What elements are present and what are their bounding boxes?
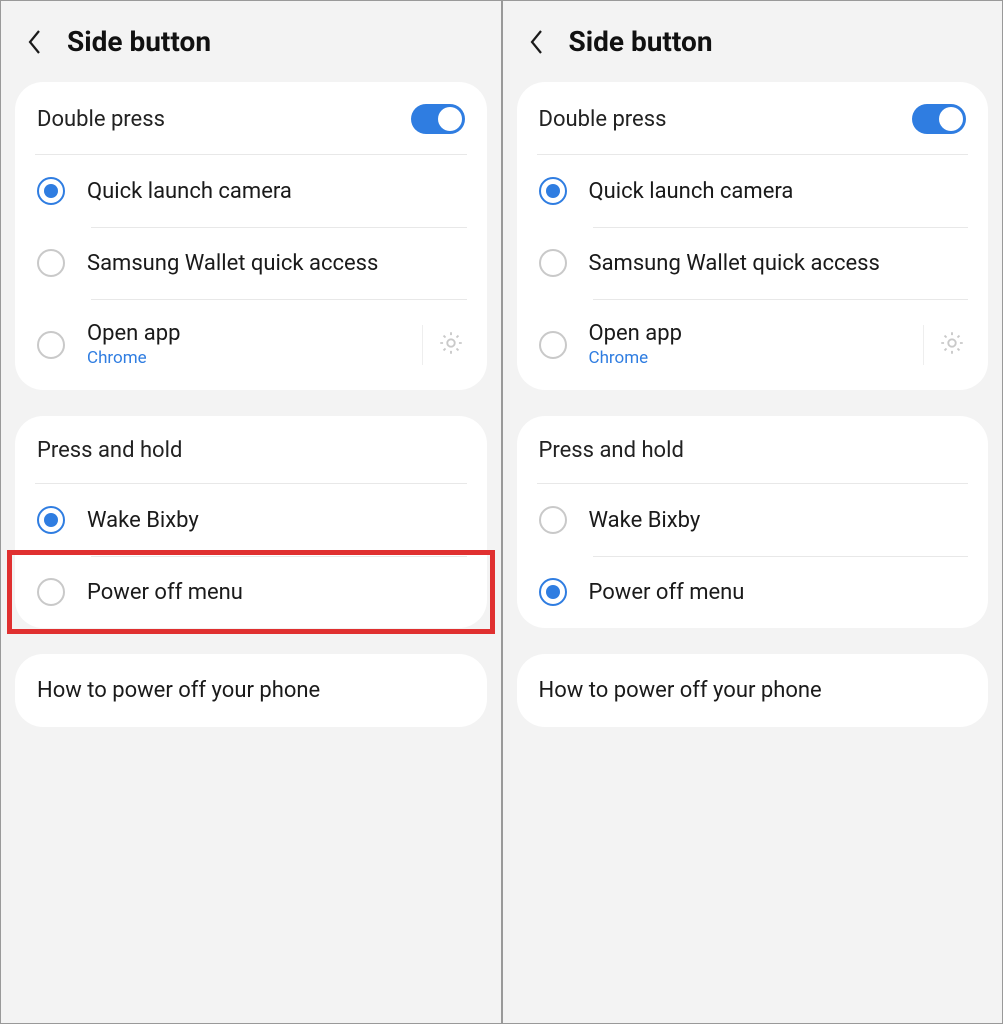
pane-right: Side button Double press Quick launch ca… xyxy=(501,1,1003,1023)
option-power-off-menu[interactable]: Power off menu xyxy=(35,556,467,628)
option-label: Power off menu xyxy=(589,580,967,605)
press-hold-label: Press and hold xyxy=(37,438,182,463)
option-label: Wake Bixby xyxy=(87,508,465,533)
option-quick-launch-camera[interactable]: Quick launch camera xyxy=(35,155,467,227)
open-app-settings[interactable] xyxy=(923,325,966,365)
gear-icon xyxy=(938,329,966,361)
press-hold-card: Press and hold Wake Bixby Power off menu xyxy=(517,416,989,628)
radio-icon xyxy=(37,331,65,359)
option-power-off-menu[interactable]: Power off menu xyxy=(537,556,969,628)
option-label: Quick launch camera xyxy=(589,179,967,204)
radio-icon xyxy=(539,506,567,534)
back-icon[interactable] xyxy=(523,28,551,56)
option-label: Open app xyxy=(87,321,400,346)
option-sublabel: Chrome xyxy=(87,348,400,368)
option-label: Wake Bixby xyxy=(589,508,967,533)
double-press-toggle[interactable] xyxy=(912,104,966,134)
double-press-header: Double press xyxy=(537,82,969,155)
open-app-settings[interactable] xyxy=(422,325,465,365)
option-samsung-wallet[interactable]: Samsung Wallet quick access xyxy=(537,227,969,299)
double-press-card: Double press Quick launch camera Samsung… xyxy=(15,82,487,390)
press-hold-label: Press and hold xyxy=(539,438,684,463)
double-press-toggle[interactable] xyxy=(411,104,465,134)
press-hold-header: Press and hold xyxy=(35,416,467,484)
page-title: Side button xyxy=(569,25,713,58)
option-label: Open app xyxy=(589,321,902,346)
option-samsung-wallet[interactable]: Samsung Wallet quick access xyxy=(35,227,467,299)
page-title: Side button xyxy=(67,25,211,58)
link-label: How to power off your phone xyxy=(539,678,967,703)
header: Side button xyxy=(1,1,501,82)
back-icon[interactable] xyxy=(21,28,49,56)
option-sublabel: Chrome xyxy=(589,348,902,368)
option-label: Samsung Wallet quick access xyxy=(589,251,967,276)
double-press-card: Double press Quick launch camera Samsung… xyxy=(517,82,989,390)
radio-icon xyxy=(37,249,65,277)
radio-icon xyxy=(539,177,567,205)
header: Side button xyxy=(503,1,1003,82)
how-to-power-off-link[interactable]: How to power off your phone xyxy=(15,654,487,727)
radio-icon xyxy=(37,506,65,534)
press-hold-header: Press and hold xyxy=(537,416,969,484)
option-open-app[interactable]: Open app Chrome xyxy=(537,299,969,390)
option-quick-launch-camera[interactable]: Quick launch camera xyxy=(537,155,969,227)
radio-icon xyxy=(539,578,567,606)
radio-icon xyxy=(539,331,567,359)
radio-icon xyxy=(37,177,65,205)
radio-icon xyxy=(539,249,567,277)
double-press-label: Double press xyxy=(37,107,165,132)
option-wake-bixby[interactable]: Wake Bixby xyxy=(35,484,467,556)
double-press-header: Double press xyxy=(35,82,467,155)
how-to-power-off-link[interactable]: How to power off your phone xyxy=(517,654,989,727)
option-label: Power off menu xyxy=(87,580,465,605)
option-label: Samsung Wallet quick access xyxy=(87,251,465,276)
option-open-app[interactable]: Open app Chrome xyxy=(35,299,467,390)
pane-left: Side button Double press Quick launch ca… xyxy=(1,1,501,1023)
option-label: Quick launch camera xyxy=(87,179,465,204)
link-label: How to power off your phone xyxy=(37,678,465,703)
press-hold-card: Press and hold Wake Bixby Power off menu xyxy=(15,416,487,628)
double-press-label: Double press xyxy=(539,107,667,132)
radio-icon xyxy=(37,578,65,606)
option-wake-bixby[interactable]: Wake Bixby xyxy=(537,484,969,556)
gear-icon xyxy=(437,329,465,361)
